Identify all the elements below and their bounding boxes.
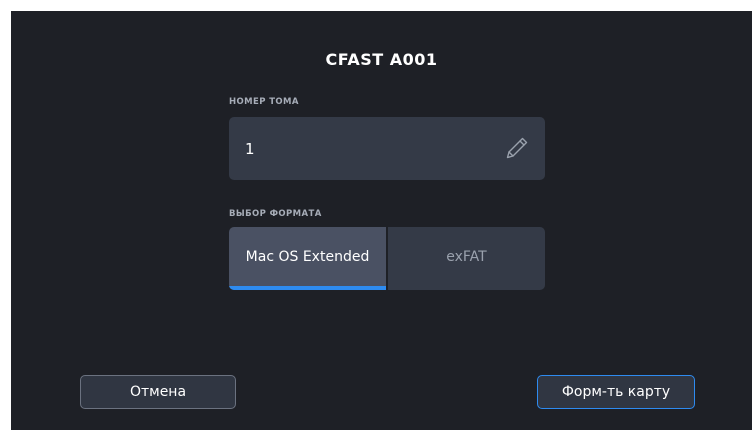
format-option-label: exFAT bbox=[446, 248, 487, 265]
format-option-mac-os-extended[interactable]: Mac OS Extended bbox=[229, 227, 386, 290]
dialog-title: CFAST A001 bbox=[325, 50, 438, 69]
format-selection-label: ВЫБОР ФОРМАТА bbox=[229, 209, 322, 219]
format-card-dialog: CFAST A001 НОМЕР ТОМА 1 ВЫБОР ФОРМАТА Ma… bbox=[11, 11, 752, 430]
volume-number-value: 1 bbox=[245, 140, 255, 158]
selected-indicator bbox=[229, 286, 386, 290]
pencil-icon[interactable] bbox=[503, 134, 531, 162]
volume-number-label: НОМЕР ТОМА bbox=[229, 97, 299, 107]
cancel-button[interactable]: Отмена bbox=[80, 375, 236, 409]
format-selector: Mac OS Extended exFAT bbox=[229, 227, 545, 290]
format-option-label: Mac OS Extended bbox=[245, 248, 370, 265]
volume-number-field[interactable]: 1 bbox=[229, 117, 545, 180]
format-option-exfat[interactable]: exFAT bbox=[388, 227, 545, 290]
format-card-button[interactable]: Форм-ть карту bbox=[537, 375, 695, 409]
